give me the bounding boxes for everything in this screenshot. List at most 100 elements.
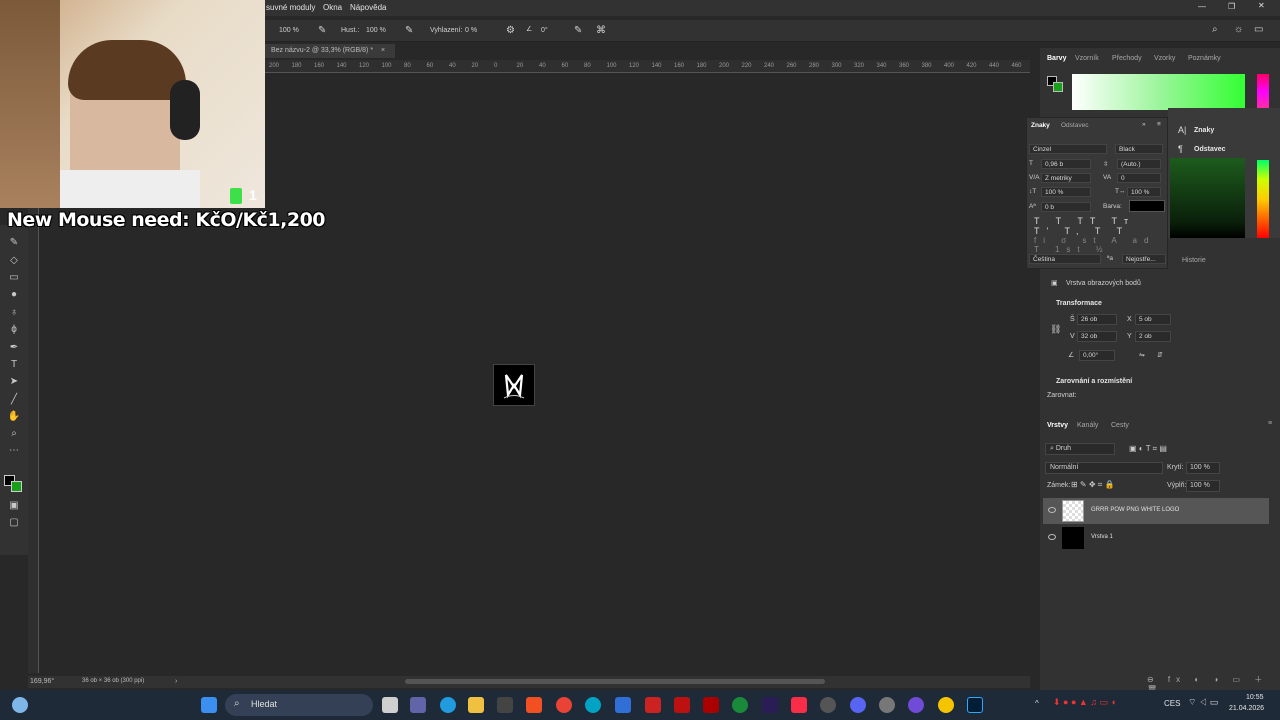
document-canvas[interactable]	[493, 364, 535, 406]
background-color-swatch[interactable]	[11, 481, 22, 492]
antialias-dropdown[interactable]: Nejostře...	[1122, 254, 1166, 264]
tray-icons[interactable]: ⬇ ● ● ▲ ♫ ▭ ◖	[1053, 697, 1116, 708]
taskbar-search[interactable]: ⌕ Hledat	[225, 694, 373, 716]
color-picker-field[interactable]	[1170, 158, 1245, 238]
edge-icon[interactable]	[440, 697, 456, 713]
app-icon[interactable]	[526, 697, 542, 713]
layers-menu-icon[interactable]: ≡	[1268, 420, 1272, 427]
tab-character[interactable]: Znaky	[1031, 122, 1050, 129]
tray-chevron-icon[interactable]: ^	[1035, 699, 1039, 708]
color-picker-hue[interactable]	[1257, 160, 1269, 238]
angle-field[interactable]: 0,00°	[1079, 350, 1115, 361]
transform-header[interactable]: Transformace	[1056, 300, 1102, 307]
x-field[interactable]: 5 ob	[1135, 314, 1171, 325]
close-window-button[interactable]: ✕	[1258, 1, 1265, 10]
network-volume-icons[interactable]: ⌔ ◁ ▭	[1188, 697, 1218, 708]
hand-tool-icon[interactable]: ✋	[7, 411, 21, 423]
flyout-item-paragraph[interactable]: Odstavec	[1194, 146, 1226, 153]
language-indicator[interactable]: CES	[1164, 699, 1180, 708]
tab-notes[interactable]: Poznámky	[1188, 55, 1221, 62]
dodge-burn-tool-icon[interactable]: ϕ	[7, 324, 21, 336]
blend-mode-dropdown[interactable]: Normální	[1045, 462, 1163, 474]
store-icon[interactable]	[497, 697, 513, 713]
tab-paragraph[interactable]: Odstavec	[1061, 122, 1088, 129]
tab-gradients[interactable]: Přechody	[1112, 55, 1142, 62]
fill-field[interactable]: 100 %	[1186, 480, 1220, 492]
leading-field[interactable]: (Auto.)	[1117, 159, 1161, 169]
flow-value[interactable]: 100 %	[366, 27, 386, 34]
status-arrow-icon[interactable]: ›	[175, 678, 177, 685]
vertical-scale-field[interactable]: 100 %	[1041, 187, 1091, 197]
clock-time[interactable]: 10:55	[1246, 694, 1264, 701]
pressure-size-icon[interactable]: ✎	[574, 25, 582, 36]
text-style-buttons[interactable]: T T TT Tт T' T, T T	[1034, 216, 1164, 236]
tab-swatches[interactable]: Vzorník	[1075, 55, 1099, 62]
canva-icon[interactable]	[585, 697, 601, 713]
tab-paths[interactable]: Cesty	[1111, 422, 1129, 429]
angle-value[interactable]: 0°	[541, 27, 548, 34]
flyout-item-character[interactable]: Znaky	[1194, 127, 1214, 134]
panel-menu-icon[interactable]: ≡	[1157, 121, 1161, 128]
lightbulb-icon[interactable]: ☼	[1234, 24, 1243, 35]
filter-icons[interactable]: ▣ ◐ T ⌗ ▤	[1129, 444, 1167, 454]
app-yellow-icon[interactable]	[938, 697, 954, 713]
screen-mode-icon[interactable]: ▢	[7, 517, 21, 529]
text-color-swatch[interactable]	[1129, 200, 1165, 212]
weather-icon[interactable]	[12, 697, 28, 713]
tab-channels[interactable]: Kanály	[1077, 422, 1098, 429]
quick-mask-icon[interactable]: ▣	[7, 500, 21, 512]
font-family-dropdown[interactable]: Cinzel	[1029, 144, 1107, 154]
more-tools-icon[interactable]: ⋯	[7, 445, 21, 457]
menu-item-help[interactable]: Nápověda	[350, 3, 386, 12]
gear-icon[interactable]: ⚙	[506, 25, 515, 36]
tab-patterns[interactable]: Vzorky	[1154, 55, 1175, 62]
tracking-field[interactable]: 0	[1117, 173, 1161, 183]
language-dropdown[interactable]: Čeština	[1029, 254, 1101, 264]
lock-icons[interactable]: ⊞ ✎ ✥ ⌗ 🔒	[1071, 480, 1114, 490]
airbrush-icon[interactable]: ✎	[405, 25, 413, 36]
color-field[interactable]	[1072, 74, 1245, 110]
zoom-readout[interactable]: 169,96°	[30, 678, 54, 685]
shield-icon[interactable]	[615, 697, 631, 713]
height-field[interactable]: 32 ob	[1077, 331, 1117, 342]
link-icon[interactable]: ⛓	[1050, 324, 1061, 335]
symmetry-icon[interactable]: ⌘	[596, 25, 606, 36]
horizontal-scrollbar[interactable]	[405, 679, 825, 684]
task-view-icon[interactable]	[382, 697, 398, 713]
font-size-field[interactable]: 0,96 b	[1041, 159, 1091, 169]
restore-button[interactable]: ❐	[1228, 2, 1235, 11]
align-header[interactable]: Zarovnání a rozmístění	[1056, 378, 1132, 385]
baseline-shift-field[interactable]: 0 b	[1041, 202, 1091, 212]
photoshop-icon[interactable]	[967, 697, 983, 713]
path-selection-icon[interactable]: ➤	[7, 376, 21, 388]
eraser-tool-icon[interactable]: ◇	[7, 255, 21, 267]
kerning-field[interactable]: Z metriky	[1041, 173, 1091, 183]
workspace-icon[interactable]: ▭	[1254, 24, 1263, 35]
close-tab-icon[interactable]: ×	[381, 47, 385, 54]
pdf-icon[interactable]	[674, 697, 690, 713]
smoothing-value[interactable]: 0 %	[465, 27, 477, 34]
width-field[interactable]: 26 ob	[1077, 314, 1117, 325]
blur-tool-icon[interactable]: ●	[7, 289, 21, 301]
horizontal-scale-field[interactable]: 100 %	[1127, 187, 1161, 197]
layer-name[interactable]: Vrstva 1	[1091, 534, 1113, 540]
upwork-icon[interactable]	[732, 697, 748, 713]
opentype-buttons[interactable]: fi σ st A ad T 1st ½	[1034, 236, 1164, 254]
recorder-icon[interactable]	[645, 697, 661, 713]
panel-background-swatch[interactable]	[1053, 82, 1063, 92]
premiere-icon[interactable]	[762, 697, 778, 713]
clock-date[interactable]: 21.04.2026	[1229, 705, 1264, 712]
discord-icon[interactable]	[850, 697, 866, 713]
teams-icon[interactable]	[410, 697, 426, 713]
pen-tool-icon[interactable]: ✒	[7, 342, 21, 354]
visibility-eye-icon[interactable]	[1048, 534, 1056, 540]
capcut-icon[interactable]	[820, 697, 836, 713]
document-tab[interactable]: Bez názvu-2 @ 33,3% (RGB/8) * ×	[265, 44, 395, 58]
opacity-field[interactable]: 100 %	[1186, 462, 1220, 474]
flip-horizontal-icon[interactable]: ⇋	[1139, 351, 1145, 359]
chrome-icon[interactable]	[556, 697, 572, 713]
file-explorer-icon[interactable]	[468, 697, 484, 713]
menu-item-plugins[interactable]: suvné moduly	[266, 3, 315, 12]
flip-vertical-icon[interactable]: ⇵	[1157, 351, 1163, 359]
dodge-tool-icon[interactable]: ♁	[7, 307, 21, 319]
